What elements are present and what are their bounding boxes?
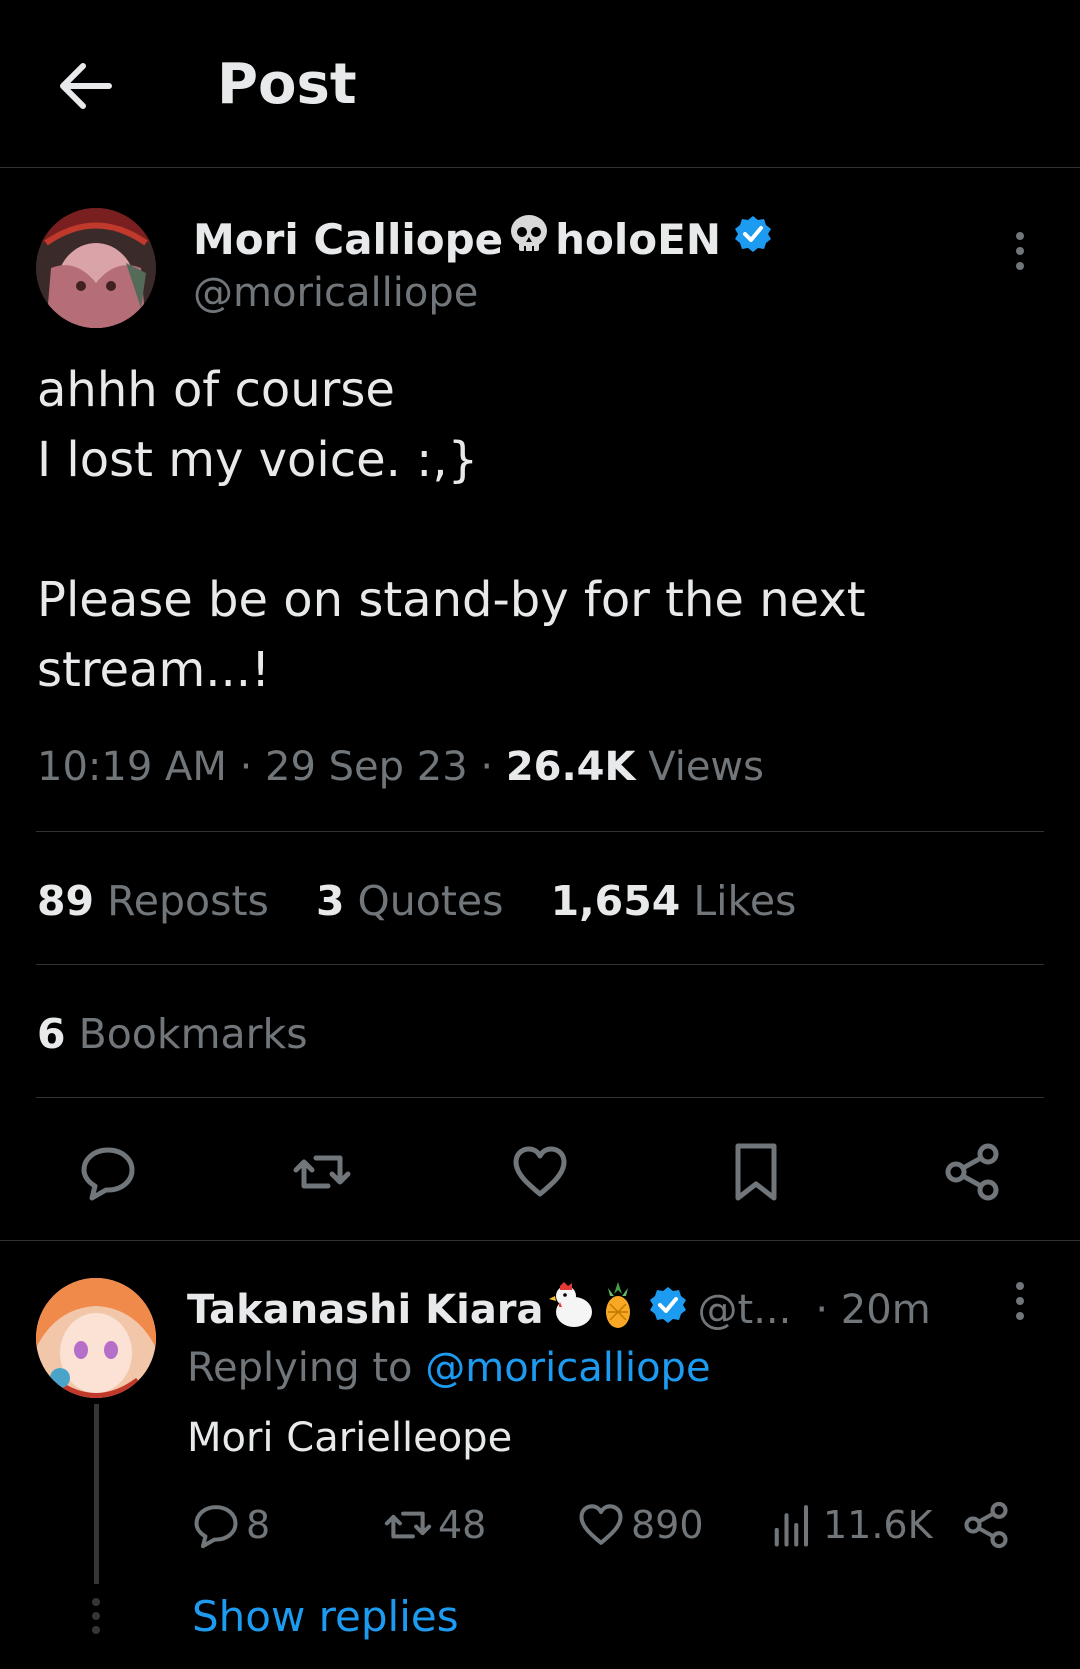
reply-handle: @t...: [697, 1287, 792, 1333]
reply-likes-count: 890: [631, 1503, 704, 1547]
reposts-label: Reposts: [107, 877, 269, 925]
comment-icon: [81, 1147, 135, 1201]
verified-badge-icon: [648, 1285, 688, 1335]
post-text-line: I lost my voice. :,}: [37, 432, 479, 488]
thread-line: [94, 1404, 99, 1584]
share-icon: [964, 1501, 1008, 1549]
reply-author-name: Takanashi Kiara: [187, 1287, 544, 1333]
views-label: Views: [648, 744, 764, 790]
post-text-line: ahhh of course: [37, 362, 395, 418]
post-text-line: stream...!: [37, 642, 271, 698]
verified-badge-icon: [733, 214, 773, 264]
engagement-stats: 89 Reposts 3 Quotes 1,654 Likes: [37, 877, 830, 925]
like-button[interactable]: [508, 1140, 572, 1204]
author-name-line[interactable]: Mori Calliope holoEN: [193, 213, 773, 265]
bookmarks-label: Bookmarks: [78, 1010, 308, 1058]
divider: [36, 831, 1044, 832]
reply-repost-button[interactable]: 48: [382, 1495, 486, 1555]
likes-label: Likes: [693, 877, 797, 925]
post-text: ahhh of course I lost my voice. :,} Plea…: [37, 355, 1037, 705]
page-title: Post: [217, 52, 357, 117]
more-options-icon[interactable]: [1010, 232, 1030, 278]
quotes-label: Quotes: [357, 877, 504, 925]
repost-icon: [384, 1511, 432, 1539]
bookmarks-count: 6: [37, 1010, 66, 1058]
heart-icon: [513, 1146, 567, 1197]
author-avatar[interactable]: [36, 208, 156, 328]
pineapple-emoji-icon: [596, 1280, 640, 1340]
views-chart-icon: [774, 1505, 809, 1547]
likes-stat[interactable]: 1,654 Likes: [551, 877, 797, 925]
reply-reposts-count: 48: [438, 1503, 487, 1547]
reply-like-button[interactable]: 890: [575, 1495, 704, 1555]
reply-comments-count: 8: [246, 1503, 271, 1547]
author-suffix: holoEN: [555, 214, 721, 264]
skull-emoji-icon: [507, 213, 551, 265]
reply-text: Mori Carielleope: [187, 1415, 513, 1461]
post-date[interactable]: 29 Sep 23: [265, 744, 468, 790]
reply-author-line[interactable]: Takanashi Kiara @t... · 20m: [187, 1280, 931, 1340]
heart-icon: [579, 1504, 623, 1545]
views-count: 26.4K: [505, 744, 636, 790]
author-name: Mori Calliope: [193, 214, 504, 264]
reply-views-count: 11.6K: [823, 1503, 933, 1547]
quotes-stat[interactable]: 3 Quotes: [316, 877, 504, 925]
replying-prefix: Replying to: [187, 1345, 413, 1391]
reply-comment-button[interactable]: 8: [190, 1495, 270, 1555]
post-meta: 10:19 AM · 29 Sep 23 · 26.4K Views: [37, 744, 764, 790]
thread-dots: [92, 1598, 101, 1640]
comment-icon: [194, 1505, 238, 1549]
reply-button[interactable]: [76, 1140, 140, 1204]
replying-to: Replying to @moricalliope: [187, 1345, 711, 1391]
back-arrow-icon[interactable]: [55, 58, 115, 114]
likes-count: 1,654: [550, 877, 681, 925]
divider: [36, 1097, 1044, 1098]
bookmark-button[interactable]: [724, 1140, 788, 1204]
chicken-emoji-icon: [546, 1280, 596, 1340]
bookmarks-stat[interactable]: 6 Bookmarks: [37, 1010, 308, 1058]
top-bar: Post: [0, 0, 1080, 168]
divider: [36, 964, 1044, 965]
replying-handle-link[interactable]: @moricalliope: [425, 1345, 710, 1391]
show-replies-link[interactable]: Show replies: [192, 1592, 459, 1641]
reposts-count: 89: [37, 877, 95, 925]
reposts-stat[interactable]: 89 Reposts: [37, 877, 269, 925]
author-handle[interactable]: @moricalliope: [193, 270, 478, 316]
quotes-count: 3: [315, 877, 345, 925]
post-time[interactable]: 10:19 AM: [37, 744, 227, 790]
reply-more-options-icon[interactable]: [1010, 1282, 1030, 1328]
reply-time: · 20m: [815, 1287, 931, 1333]
post-text-line: Please be on stand-by for the next: [37, 572, 866, 628]
repost-button[interactable]: [290, 1140, 354, 1204]
reply-author-avatar[interactable]: [36, 1278, 156, 1398]
reply-share-button[interactable]: [960, 1495, 1016, 1555]
share-icon: [945, 1143, 999, 1201]
divider: [0, 1240, 1080, 1241]
share-button[interactable]: [940, 1140, 1004, 1204]
reply-views-button[interactable]: 11.6K: [767, 1495, 933, 1555]
repost-icon: [293, 1155, 351, 1189]
bookmark-icon: [735, 1143, 777, 1201]
